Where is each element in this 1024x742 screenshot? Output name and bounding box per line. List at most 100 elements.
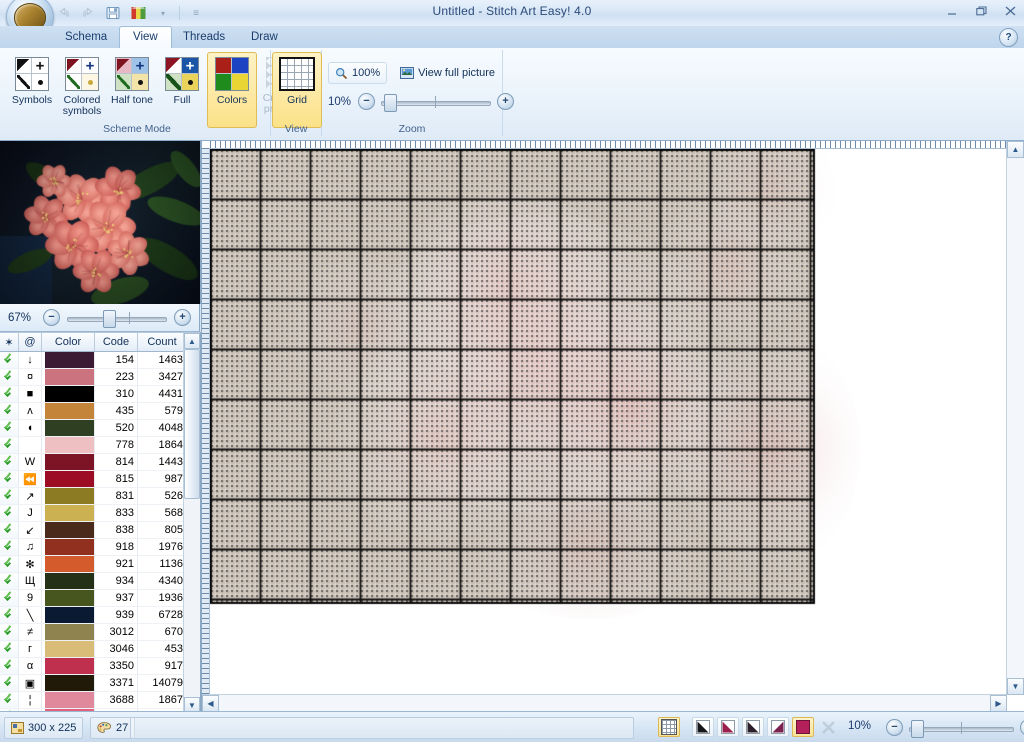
col-header-symbol[interactable]: @ <box>19 333 42 352</box>
col-header-count[interactable]: Count <box>138 333 187 352</box>
thread-row[interactable]: ¦ 3688 1867 <box>0 692 187 709</box>
thread-row[interactable]: ♫ 918 1976 <box>0 539 187 556</box>
thread-row-checkbox[interactable] <box>0 692 19 709</box>
close-button[interactable] <box>1000 3 1020 19</box>
thread-row-checkbox[interactable] <box>0 675 19 692</box>
save-icon[interactable] <box>102 3 124 23</box>
thread-row[interactable]: W 814 1443 <box>0 454 187 471</box>
tab-threads[interactable]: Threads <box>170 26 238 48</box>
status-zoom-in-button[interactable]: + <box>1020 719 1024 736</box>
scheme-mode-half-tone-button[interactable]: + Half tone <box>107 52 157 128</box>
thread-row-checkbox[interactable] <box>0 488 19 505</box>
thread-scroll-thumb[interactable] <box>184 349 200 499</box>
thread-row-checkbox[interactable] <box>0 437 19 454</box>
thread-row-checkbox[interactable] <box>0 573 19 590</box>
scheme-mode-colors-button[interactable]: Colors <box>207 52 257 128</box>
thread-row[interactable]: ↙ 838 805 <box>0 522 187 539</box>
thread-row[interactable]: ✻ 921 1136 <box>0 556 187 573</box>
thread-list-scrollbar[interactable]: ▲ ▼ <box>183 333 200 713</box>
canvas-scroll-up-button[interactable]: ▲ <box>1007 141 1024 158</box>
thread-row-checkbox[interactable] <box>0 641 19 658</box>
undo-icon[interactable] <box>52 3 74 23</box>
thread-row[interactable]: ■ 310 4431 <box>0 386 187 403</box>
thread-row-checkbox[interactable] <box>0 403 19 420</box>
thread-row[interactable]: 9 937 1936 <box>0 590 187 607</box>
thread-row[interactable]: J 833 568 <box>0 505 187 522</box>
thread-row-checkbox[interactable] <box>0 556 19 573</box>
status-zoom-slider[interactable] <box>909 720 1014 736</box>
col-header-color[interactable]: Color <box>42 333 95 352</box>
thread-row-checkbox[interactable] <box>0 369 19 386</box>
canvas-vertical-scrollbar[interactable]: ▲ ▼ <box>1006 141 1024 695</box>
view-grid-button[interactable]: Grid <box>272 52 322 128</box>
col-header-code[interactable]: Code <box>95 333 138 352</box>
thread-row-checkbox[interactable] <box>0 420 19 437</box>
thread-row[interactable]: ↗ 831 526 <box>0 488 187 505</box>
preview-zoom-slider[interactable] <box>67 310 167 326</box>
view-full-picture-button[interactable]: View full picture <box>393 62 502 84</box>
pattern-viewport[interactable] <box>210 149 1007 695</box>
thread-scroll-up-button[interactable]: ▲ <box>184 333 200 349</box>
preview-zoom-out-button[interactable]: − <box>43 309 60 326</box>
thread-row-checkbox[interactable] <box>0 607 19 624</box>
app-logo-icon[interactable] <box>127 3 149 23</box>
thread-row-checkbox[interactable] <box>0 539 19 556</box>
scheme-mode-colored-symbols-button[interactable]: + Colored symbols <box>57 52 107 128</box>
thread-row[interactable]: ╲ 939 6728 <box>0 607 187 624</box>
thread-row-checkbox[interactable] <box>0 471 19 488</box>
thread-row[interactable]: ʌ 435 579 <box>0 403 187 420</box>
canvas-scroll-left-button[interactable]: ◀ <box>202 695 219 712</box>
zoom-100-button[interactable]: 100% <box>328 62 387 84</box>
status-erase-tool-button[interactable] <box>817 717 839 737</box>
preview-zoom-in-button[interactable]: + <box>174 309 191 326</box>
thread-row[interactable]: Щ 934 4340 <box>0 573 187 590</box>
status-slider-thumb[interactable] <box>911 720 924 738</box>
thread-row[interactable]: ⏪ 815 987 <box>0 471 187 488</box>
canvas-scroll-right-button[interactable]: ▶ <box>990 695 1007 712</box>
minimize-button[interactable] <box>942 3 962 19</box>
status-stitch-tool-2-button[interactable] <box>717 717 739 737</box>
thread-row[interactable]: ¤ 223 3427 <box>0 369 187 386</box>
thread-row[interactable]: г 3046 453 <box>0 641 187 658</box>
thread-row[interactable]: ◖ 520 4048 <box>0 420 187 437</box>
help-button[interactable]: ? <box>999 28 1018 47</box>
ribbon-zoom-slider[interactable] <box>381 94 491 110</box>
thread-row-checkbox[interactable] <box>0 352 19 369</box>
source-image-preview[interactable] <box>0 141 201 304</box>
thread-row-checkbox[interactable] <box>0 386 19 403</box>
thread-row[interactable]: 778 1864 <box>0 437 187 454</box>
thread-row[interactable]: ≠ 3012 670 <box>0 624 187 641</box>
ribbon-zoom-out-button[interactable]: − <box>358 93 375 110</box>
canvas-horizontal-scrollbar[interactable]: ◀ ▶ <box>202 694 1007 712</box>
tab-schema[interactable]: Schema <box>52 26 120 48</box>
redo-icon[interactable] <box>77 3 99 23</box>
col-header-select[interactable]: ✶ <box>0 333 19 352</box>
status-stitch-tool-1-button[interactable] <box>692 717 714 737</box>
tab-draw[interactable]: Draw <box>238 26 291 48</box>
scheme-mode-full-button[interactable]: + Full <box>157 52 207 128</box>
customize-toolbar-icon[interactable]: ≡ <box>185 3 207 23</box>
status-grid-toggle-button[interactable] <box>658 717 680 737</box>
thread-row[interactable]: α 3350 917 <box>0 658 187 675</box>
thread-row[interactable]: ↓ 154 1463 <box>0 352 187 369</box>
tab-view[interactable]: View <box>119 26 172 50</box>
thread-row-checkbox[interactable] <box>0 522 19 539</box>
status-zoom-out-button[interactable]: − <box>886 719 903 736</box>
status-stitch-tool-4-button[interactable] <box>767 717 789 737</box>
thread-row-checkbox[interactable] <box>0 505 19 522</box>
thread-row-checkbox[interactable] <box>0 454 19 471</box>
thread-row-checkbox[interactable] <box>0 590 19 607</box>
restore-button[interactable] <box>971 3 991 19</box>
thread-row[interactable]: ▣ 3371 14079 <box>0 675 187 692</box>
canvas-scroll-down-button[interactable]: ▼ <box>1007 678 1024 695</box>
ribbon-zoom-in-button[interactable]: + <box>497 93 514 110</box>
quick-access-dropdown-icon[interactable]: ▾ <box>152 3 174 23</box>
stitch-pattern-canvas[interactable] <box>210 149 1007 695</box>
thread-row-checkbox[interactable] <box>0 624 19 641</box>
preview-slider-thumb[interactable] <box>103 310 116 328</box>
status-stitch-tool-3-button[interactable] <box>742 717 764 737</box>
scheme-mode-symbols-button[interactable]: + Symbols <box>7 52 57 128</box>
thread-row-checkbox[interactable] <box>0 658 19 675</box>
status-fill-tool-button[interactable] <box>792 717 814 737</box>
slider-thumb[interactable] <box>384 94 397 112</box>
